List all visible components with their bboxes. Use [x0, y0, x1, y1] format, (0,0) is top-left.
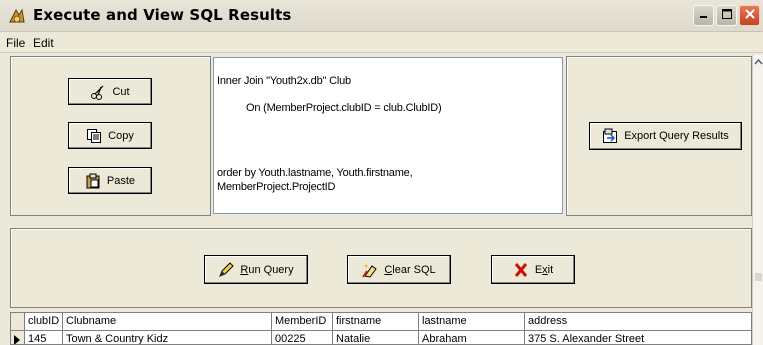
minimize-icon [698, 8, 710, 23]
sql-line: order by Youth.lastname, Youth.firstname… [217, 167, 413, 179]
table-row[interactable]: 145 Town & Country Kidz 00225 Natalie Ab… [11, 331, 751, 344]
minimize-button[interactable] [693, 5, 714, 26]
clear-sql-label: Clear SQL [384, 263, 436, 276]
paste-icon [85, 173, 101, 189]
close-button[interactable] [739, 5, 760, 26]
run-query-label: Run Query [240, 263, 294, 276]
table-cell[interactable]: 375 S. Alexander Street [525, 331, 751, 344]
current-row-arrow-icon [14, 335, 21, 344]
row-indicator [11, 331, 25, 344]
export-icon [602, 128, 618, 144]
column-header[interactable]: clubID [25, 313, 63, 331]
column-header[interactable]: address [525, 313, 751, 331]
menu-file[interactable]: File [6, 36, 25, 50]
run-query-button[interactable]: Run Query [204, 255, 308, 284]
copy-button[interactable]: Copy [68, 122, 152, 149]
column-header[interactable]: lastname [419, 313, 525, 331]
menu-bar: File Edit [0, 33, 763, 53]
cut-label: Cut [112, 85, 130, 98]
scroll-grip-icon [755, 272, 762, 284]
sql-line: On (MemberProject.clubID = club.ClubID) [246, 102, 442, 114]
window-title: Execute and View SQL Results [33, 6, 292, 24]
paste-label: Paste [106, 174, 136, 187]
maximize-button[interactable] [716, 5, 737, 26]
column-header[interactable]: firstname [333, 313, 419, 331]
scroll-up-icon[interactable] [754, 57, 763, 69]
export-label: Export Query Results [624, 130, 729, 142]
sql-line: Inner Join "Youth2x.db" Club [217, 75, 351, 87]
grid-header-row: clubID Clubname MemberID firstname lastn… [11, 313, 751, 331]
copy-icon [86, 128, 102, 144]
clear-sql-button[interactable]: Clear SQL [347, 255, 451, 284]
copy-label: Copy [108, 129, 134, 142]
maximize-icon [721, 8, 733, 23]
row-indicator-header [11, 313, 25, 331]
results-grid[interactable]: clubID Clubname MemberID firstname lastn… [10, 312, 752, 345]
exit-button[interactable]: Exit [491, 255, 575, 284]
column-header[interactable]: Clubname [63, 313, 272, 331]
table-cell[interactable]: 00225 [272, 331, 333, 344]
vertical-scrollbar[interactable] [752, 55, 763, 345]
cut-button[interactable]: Cut [68, 78, 152, 105]
title-bar: Execute and View SQL Results [0, 0, 763, 32]
pencil-icon [218, 261, 235, 278]
table-cell[interactable]: Town & Country Kidz [63, 331, 272, 344]
column-header[interactable]: MemberID [272, 313, 333, 331]
sql-line: MemberProject.ProjectID [217, 181, 336, 193]
table-cell[interactable]: Natalie [333, 331, 419, 344]
close-icon [744, 8, 756, 23]
exit-label: Exit [534, 263, 554, 276]
sql-editor[interactable]: Inner Join "Youth2x.db" Club On (MemberP… [213, 57, 563, 214]
menu-edit[interactable]: Edit [33, 36, 54, 50]
export-results-button[interactable]: Export Query Results [589, 122, 742, 150]
table-cell[interactable]: Abraham [419, 331, 525, 344]
scissors-icon [90, 84, 106, 100]
table-cell[interactable]: 145 [25, 331, 63, 344]
eraser-icon [362, 262, 378, 278]
x-icon [513, 262, 529, 278]
app-icon [7, 6, 27, 26]
paste-button[interactable]: Paste [68, 167, 152, 194]
